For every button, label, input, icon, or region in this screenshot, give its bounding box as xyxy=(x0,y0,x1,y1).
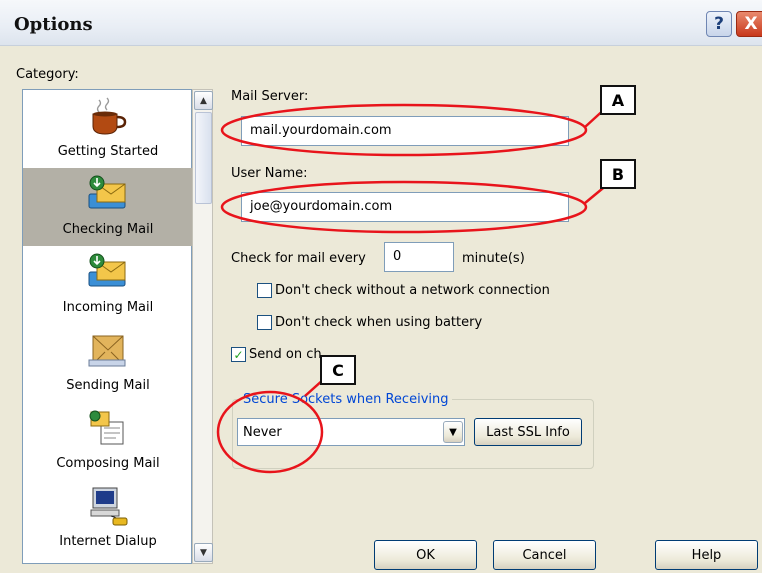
category-item-label: Checking Mail xyxy=(62,222,154,237)
battery-checkbox[interactable] xyxy=(257,315,272,330)
mail-server-input[interactable]: mail.yourdomain.com xyxy=(241,116,569,146)
category-item-label: Sending Mail xyxy=(66,378,150,393)
category-item-composing-mail[interactable]: Composing Mail xyxy=(23,402,193,480)
no-network-checkbox[interactable] xyxy=(257,283,272,298)
scroll-thumb[interactable] xyxy=(195,112,212,204)
category-item-label: Getting Started xyxy=(57,144,159,159)
help-title-button[interactable]: ? xyxy=(706,11,732,37)
window-title: Options xyxy=(14,14,93,35)
category-item-internet-dialup[interactable]: Internet Dialup xyxy=(23,480,193,558)
scroll-up-button[interactable]: ▲ xyxy=(194,91,213,110)
mail-sending-icon xyxy=(88,335,126,367)
send-on-check-checkbox[interactable]: ✓ xyxy=(231,347,246,362)
category-label: Category: xyxy=(16,67,79,82)
ssl-mode-value: Never xyxy=(243,425,282,440)
category-item-getting-started[interactable]: Getting Started xyxy=(23,90,193,168)
help-button[interactable]: Help xyxy=(655,540,758,570)
callout-c-label: C xyxy=(320,355,356,385)
chevron-down-icon: ▼ xyxy=(449,426,457,438)
user-name-input[interactable]: joe@yourdomain.com xyxy=(241,192,569,222)
category-scrollbar[interactable]: ▲ ▼ xyxy=(192,89,213,564)
chevron-up-icon: ▲ xyxy=(200,95,207,106)
category-item-checking-mail[interactable]: Checking Mail xyxy=(23,168,193,246)
category-item-incoming-mail[interactable]: Incoming Mail xyxy=(23,246,193,324)
close-icon: X xyxy=(744,14,758,34)
category-item-label: Composing Mail xyxy=(56,456,160,471)
mail-check-icon xyxy=(88,175,126,209)
callout-a-label: A xyxy=(600,85,636,115)
ssl-group-title: Secure Sockets when Receiving xyxy=(240,392,452,407)
callout-b-label: B xyxy=(600,159,636,189)
computer-dialup-icon xyxy=(90,487,128,526)
check-interval-input[interactable]: 0 xyxy=(384,242,454,272)
composing-mail-icon xyxy=(89,410,124,445)
chevron-down-icon: ▼ xyxy=(200,547,207,558)
last-ssl-info-button[interactable]: Last SSL Info xyxy=(474,418,582,446)
category-item-label: Internet Dialup xyxy=(59,534,157,549)
close-button[interactable]: X xyxy=(736,11,762,37)
dropdown-button[interactable]: ▼ xyxy=(443,421,463,443)
no-network-label: Don't check without a network connection xyxy=(275,283,550,298)
mail-server-label: Mail Server: xyxy=(231,89,309,104)
coffee-cup-icon xyxy=(92,97,127,135)
question-mark-icon: ? xyxy=(714,14,724,34)
battery-label: Don't check when using battery xyxy=(275,315,483,330)
minutes-label: minute(s) xyxy=(462,251,525,266)
ssl-mode-select[interactable]: Never ▼ xyxy=(237,418,465,446)
check-interval-label: Check for mail every xyxy=(231,251,366,266)
send-on-check-label: Send on ch xyxy=(249,347,322,362)
checkmark-icon: ✓ xyxy=(233,347,244,362)
user-name-label: User Name: xyxy=(231,166,308,181)
cancel-button[interactable]: Cancel xyxy=(493,540,596,570)
category-item-sending-mail[interactable]: Sending Mail xyxy=(23,324,193,402)
category-list[interactable]: Getting Started Checking Mail Incoming M… xyxy=(22,89,193,564)
mail-incoming-icon xyxy=(88,253,126,287)
category-item-label: Incoming Mail xyxy=(62,300,154,315)
ok-button[interactable]: OK xyxy=(374,540,477,570)
scroll-down-button[interactable]: ▼ xyxy=(194,543,213,562)
title-bar xyxy=(0,0,762,46)
